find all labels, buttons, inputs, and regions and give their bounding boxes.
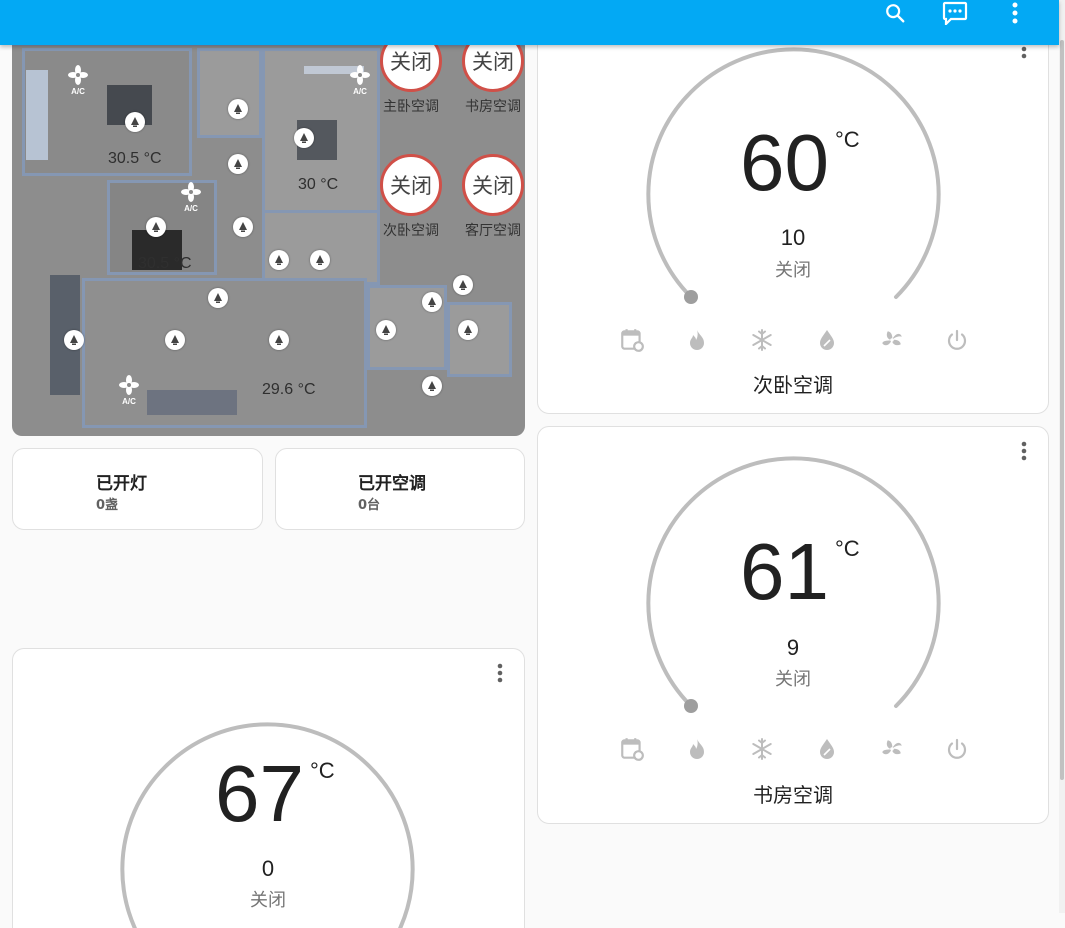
ac-icon[interactable]: A/C — [116, 375, 142, 406]
ac-icon[interactable]: A/C — [65, 65, 91, 96]
dry-icon[interactable] — [794, 734, 859, 764]
more-vertical-icon[interactable] — [995, 0, 1035, 26]
ceiling-light-icon[interactable] — [228, 99, 248, 119]
stat-value: 0盏 — [96, 498, 119, 513]
thermostat-card: 60 °C 10 关闭 次卧空调 — [537, 24, 1049, 414]
ac-label: A/C — [353, 87, 367, 96]
current-temperature: 0 — [261, 856, 275, 881]
study-temp: 30 °C — [298, 176, 339, 193]
chat-icon[interactable] — [935, 0, 975, 26]
ceiling-light-icon[interactable] — [165, 330, 185, 350]
ac-label: A/C — [184, 204, 198, 213]
power-icon[interactable] — [924, 325, 989, 355]
temperature-unit: °C — [835, 127, 860, 152]
ceiling-light-icon[interactable] — [208, 288, 228, 308]
floorplan: 30.5 °C 30 °C 30.5 °C 29.6 °C A/C A/C A/… — [12, 30, 525, 436]
mode-bar — [599, 734, 989, 764]
ac-status-second-bedroom[interactable]: 关闭 次卧空调 — [378, 154, 444, 240]
current-temperature: 10 — [780, 225, 806, 250]
ceiling-light-icon[interactable] — [422, 376, 442, 396]
ceiling-light-icon[interactable] — [228, 154, 248, 174]
ceiling-light-icon[interactable] — [458, 320, 478, 340]
thermostat-name: 次卧空调 — [753, 373, 833, 397]
target-temperature: 60 — [740, 118, 829, 207]
target-temperature: 61 — [740, 527, 829, 616]
search-icon[interactable] — [875, 0, 915, 26]
bathroom-room — [197, 48, 262, 138]
ac-icon[interactable]: A/C — [347, 65, 373, 96]
ac-status-living-room[interactable]: 关闭 客厅空调 — [460, 154, 525, 240]
dial-handle[interactable] — [684, 290, 698, 304]
master-bedroom-temp: 30.5 °C — [108, 150, 162, 167]
more-vertical-icon[interactable] — [490, 659, 510, 687]
fan-icon[interactable] — [859, 734, 924, 764]
ac-label: A/C — [71, 87, 85, 96]
balcony-room — [447, 302, 512, 377]
temperature-unit: °C — [835, 536, 860, 561]
hvac-state: 关闭 — [250, 890, 286, 911]
temperature-unit: °C — [310, 758, 335, 783]
mode-bar — [599, 325, 989, 355]
stat-value: 0台 — [358, 498, 381, 513]
status-name: 客厅空调 — [465, 223, 521, 239]
target-temperature: 67 — [215, 749, 304, 838]
thermostat-card: 67 °C 0 关闭 — [12, 648, 525, 928]
status-name: 次卧空调 — [383, 223, 439, 239]
ceiling-light-icon[interactable] — [310, 250, 330, 270]
ac-on-card[interactable]: 已开空调 0台 — [275, 448, 525, 530]
status-circle[interactable]: 关闭 — [380, 154, 442, 216]
dial[interactable] — [538, 25, 1049, 414]
stat-title: 已开灯 — [96, 474, 147, 494]
scrollbar[interactable] — [1059, 0, 1065, 913]
heat-icon[interactable] — [664, 325, 729, 355]
heat-icon[interactable] — [664, 734, 729, 764]
schedule-icon[interactable] — [599, 734, 664, 764]
second-bedroom-temp: 30.5 °C — [138, 255, 192, 272]
hvac-state: 关闭 — [775, 669, 811, 690]
app-header — [0, 0, 1059, 45]
status-circle[interactable]: 关闭 — [462, 154, 524, 216]
ceiling-light-icon[interactable] — [125, 112, 145, 132]
current-temperature: 9 — [786, 635, 800, 660]
cool-icon[interactable] — [729, 325, 794, 355]
fan-icon[interactable] — [859, 325, 924, 355]
ceiling-light-icon[interactable] — [376, 320, 396, 340]
lights-on-card[interactable]: 已开灯 0盏 — [12, 448, 263, 530]
schedule-icon[interactable] — [599, 325, 664, 355]
dial-handle[interactable] — [684, 699, 698, 713]
ceiling-light-icon[interactable] — [269, 250, 289, 270]
ceiling-light-icon[interactable] — [422, 292, 442, 312]
dry-icon[interactable] — [794, 325, 859, 355]
thermostat-name: 书房空调 — [753, 783, 833, 807]
power-icon[interactable] — [924, 734, 989, 764]
kitchen-room — [262, 210, 380, 285]
stat-title: 已开空调 — [358, 474, 426, 494]
status-name: 主卧空调 — [383, 99, 439, 115]
dial[interactable] — [538, 427, 1049, 824]
more-vertical-icon[interactable] — [1014, 437, 1034, 465]
cool-icon[interactable] — [729, 734, 794, 764]
hvac-state: 关闭 — [775, 260, 811, 281]
status-name: 书房空调 — [465, 99, 521, 115]
ac-icon[interactable]: A/C — [178, 182, 204, 213]
ceiling-light-icon[interactable] — [453, 275, 473, 295]
ceiling-light-icon[interactable] — [294, 128, 314, 148]
ceiling-light-icon[interactable] — [233, 217, 253, 237]
ceiling-light-icon[interactable] — [269, 330, 289, 350]
thermostat-card: 61 °C 9 关闭 书房空调 — [537, 426, 1049, 824]
ac-label: A/C — [122, 397, 136, 406]
ceiling-light-icon[interactable] — [146, 217, 166, 237]
ceiling-light-icon[interactable] — [64, 330, 84, 350]
living-room-temp: 29.6 °C — [262, 381, 316, 398]
